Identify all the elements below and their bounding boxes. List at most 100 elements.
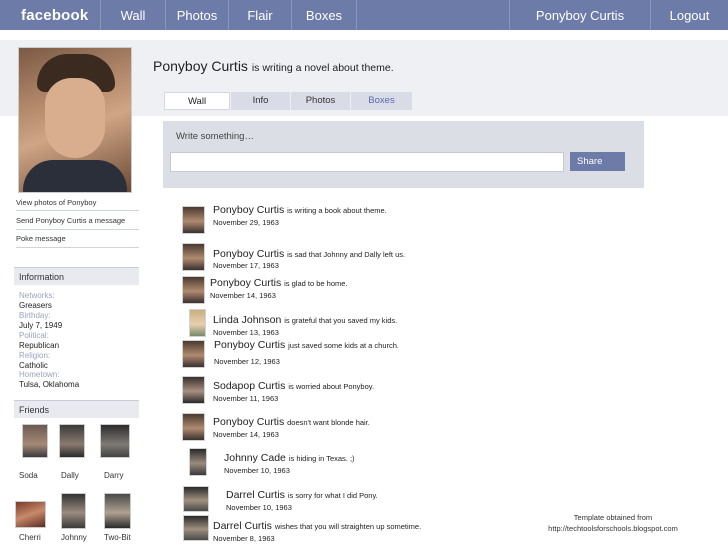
profile-name[interactable]: Ponyboy Curtis <box>153 58 248 74</box>
tab-photos[interactable]: Photos <box>291 92 350 110</box>
political-label: Political: <box>19 331 49 340</box>
credit-line: Template obtained from <box>573 513 653 522</box>
poke-link[interactable]: Poke message <box>16 234 66 243</box>
wall-post: Ponyboy Curtis is glad to be home. <box>210 277 348 289</box>
facebook-logo[interactable]: facebook <box>21 0 88 30</box>
religion-value: Catholic <box>19 361 48 370</box>
share-button[interactable]: Share <box>570 152 625 171</box>
networks-value: Greasers <box>19 301 52 310</box>
send-message-link[interactable]: Send Ponyboy Curtis a message <box>16 216 125 225</box>
friends-header: Friends <box>14 400 139 418</box>
post-date: November 10, 1963 <box>224 466 290 475</box>
post-avatar[interactable] <box>182 243 205 271</box>
networks-label: Networks: <box>19 291 55 300</box>
friend-name-johnny[interactable]: Johnny <box>61 533 87 542</box>
wall-post: Sodapop Curtis is worried about Ponyboy. <box>213 380 374 392</box>
birthday-label: Birthday: <box>19 311 51 320</box>
wall-post: Darrel Curtis is sorry for what I did Po… <box>226 489 378 501</box>
birthday-value: July 7, 1949 <box>19 321 63 330</box>
friend-photo-johnny[interactable] <box>61 493 86 529</box>
post-date: November 12, 1963 <box>214 357 280 366</box>
political-value: Republican <box>19 341 60 350</box>
post-date: November 13, 1963 <box>213 328 279 337</box>
post-date: November 8, 1963 <box>213 534 275 543</box>
post-status: is glad to be home. <box>284 279 348 288</box>
friend-photo-soda[interactable] <box>22 424 48 458</box>
post-author[interactable]: Sodapop Curtis <box>213 380 285 392</box>
wall-post: Linda Johnson is grateful that you saved… <box>213 314 397 326</box>
profile-headline: Ponyboy Curtis is writing a novel about … <box>153 58 394 74</box>
post-date: November 14, 1963 <box>210 291 276 300</box>
friend-name-darry[interactable]: Darry <box>104 471 124 480</box>
post-author[interactable]: Darrel Curtis <box>213 520 272 532</box>
wall-post: Ponyboy Curtis is writing a book about t… <box>213 204 387 216</box>
wall-post: Ponyboy Curtis doesn't want blonde hair. <box>213 416 370 428</box>
post-author[interactable]: Ponyboy Curtis <box>214 339 285 351</box>
post-status: is writing a book about theme. <box>287 206 387 215</box>
hometown-value: Tulsa, Oklahoma <box>19 380 80 389</box>
nav-wall-link[interactable]: Wall <box>101 0 165 30</box>
tab-info[interactable]: Info <box>231 92 290 110</box>
post-date: November 14, 1963 <box>213 430 279 439</box>
sidebar-divider <box>16 210 139 211</box>
profile-picture[interactable] <box>18 47 132 193</box>
post-avatar[interactable] <box>182 376 205 404</box>
friend-name-two-bit[interactable]: Two-Bit <box>104 533 131 542</box>
friend-photo-darry[interactable] <box>100 424 130 458</box>
post-status: wishes that you will straighten up somet… <box>274 522 422 531</box>
post-status: is worried about Ponyboy. <box>288 382 375 391</box>
nav-photos-link[interactable]: Photos <box>166 0 228 30</box>
credit-url[interactable]: http://techtoolsforschools.blogspot.com <box>530 523 696 534</box>
nav-flair-link[interactable]: Flair <box>229 0 291 30</box>
post-avatar[interactable] <box>182 206 205 234</box>
post-avatar[interactable] <box>189 309 206 337</box>
nav-boxes-link[interactable]: Boxes <box>292 0 356 30</box>
friend-photo-dally[interactable] <box>59 424 85 458</box>
friend-name-cherri[interactable]: Cherri <box>19 533 41 542</box>
post-status: is hiding in Texas. ;) <box>288 454 355 463</box>
profile-picture-shirt <box>23 160 127 192</box>
post-avatar[interactable] <box>182 340 205 368</box>
post-status: just saved some kids at a church. <box>288 341 400 350</box>
post-date: November 17, 1963 <box>213 261 279 270</box>
template-credit: Template obtained from http://techtoolsf… <box>530 512 696 534</box>
post-avatar[interactable] <box>183 515 209 541</box>
post-avatar[interactable] <box>182 276 205 304</box>
post-author[interactable]: Ponyboy Curtis <box>213 248 284 260</box>
post-input[interactable] <box>170 152 564 172</box>
post-date: November 10, 1963 <box>226 503 292 512</box>
friend-name-soda[interactable]: Soda <box>19 471 38 480</box>
post-author[interactable]: Ponyboy Curtis <box>213 204 284 216</box>
post-author[interactable]: Linda Johnson <box>213 314 281 326</box>
tab-boxes[interactable]: Boxes <box>351 92 412 110</box>
post-avatar[interactable] <box>182 413 205 441</box>
wall-post: Ponyboy Curtis just saved some kids at a… <box>214 339 399 351</box>
wall-post: Darrel Curtis wishes that you will strai… <box>213 520 421 532</box>
top-navigation-bar: facebook Wall Photos Flair Boxes Ponyboy… <box>0 0 728 30</box>
friend-photo-two-bit[interactable] <box>104 493 131 529</box>
post-author[interactable]: Ponyboy Curtis <box>213 416 284 428</box>
post-status: is sorry for what I did Pony. <box>287 491 378 500</box>
profile-status: is writing a novel about theme. <box>251 62 394 74</box>
post-status: is sad that Johnny and Dally left us. <box>287 250 406 259</box>
sidebar-divider <box>16 229 139 230</box>
nav-divider <box>356 0 357 30</box>
view-photos-link[interactable]: View photos of Ponyboy <box>16 198 96 207</box>
sidebar-divider <box>16 247 139 248</box>
post-avatar[interactable] <box>183 486 209 512</box>
tab-wall[interactable]: Wall <box>164 92 230 110</box>
friend-photo-cherri[interactable] <box>15 501 46 528</box>
nav-user-link[interactable]: Ponyboy Curtis <box>510 0 650 30</box>
information-header: Information <box>14 267 139 285</box>
post-author[interactable]: Darrel Curtis <box>226 489 285 501</box>
friend-name-dally[interactable]: Dally <box>61 471 79 480</box>
post-status: is grateful that you saved my kids. <box>284 316 398 325</box>
post-date: November 29, 1963 <box>213 218 279 227</box>
post-avatar[interactable] <box>189 448 207 476</box>
post-author[interactable]: Ponyboy Curtis <box>210 277 281 289</box>
post-author[interactable]: Johnny Cade <box>224 452 286 464</box>
post-status: doesn't want blonde hair. <box>287 418 370 427</box>
hometown-label: Hometown: <box>19 370 60 379</box>
post-date: November 11, 1963 <box>213 394 279 403</box>
logout-link[interactable]: Logout <box>651 0 728 30</box>
